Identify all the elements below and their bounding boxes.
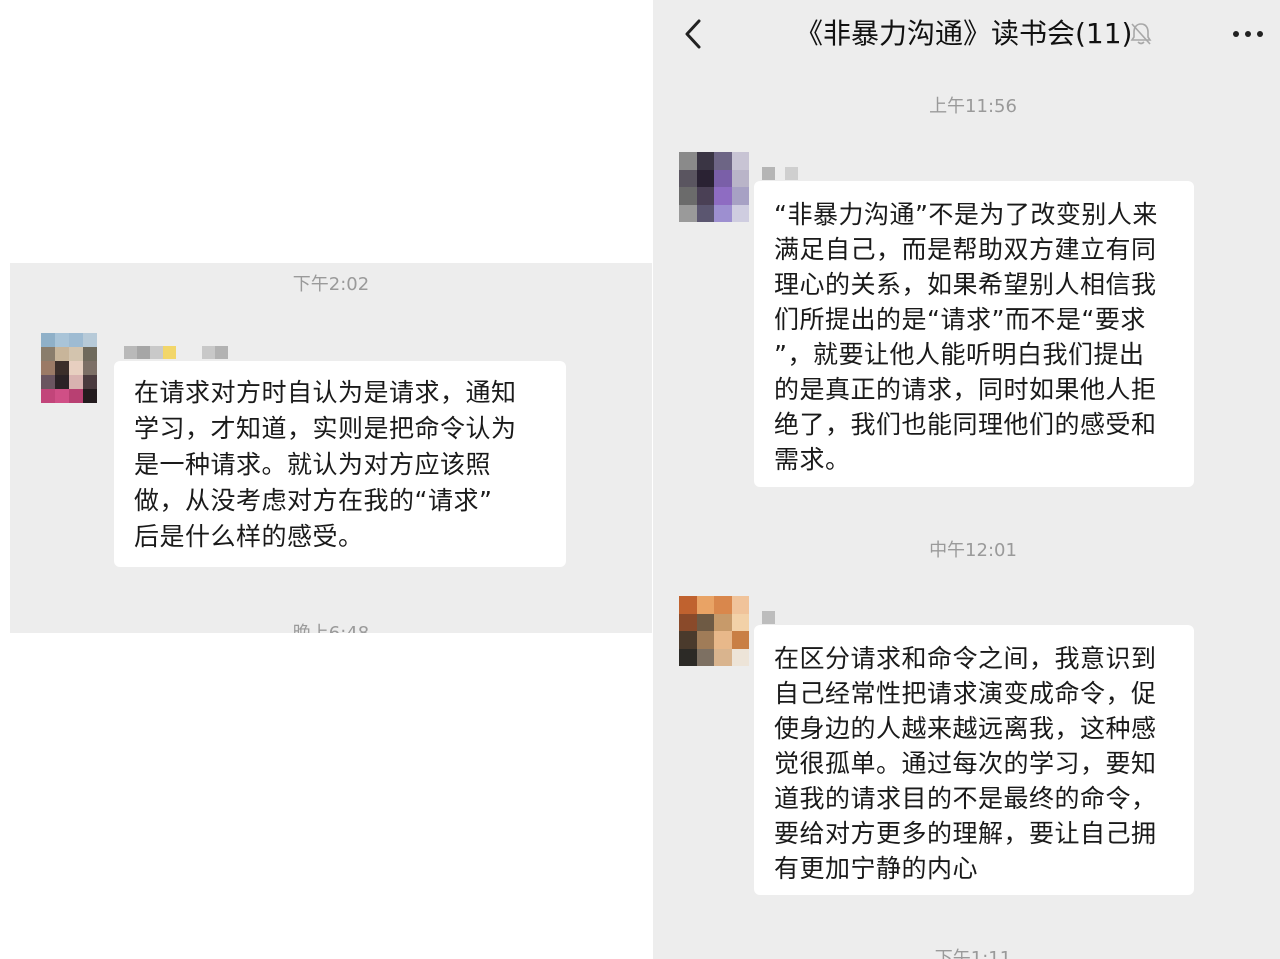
message-line: ”，就要让他人能听明白我们提出 xyxy=(774,340,1145,369)
avatar[interactable] xyxy=(679,596,749,666)
avatar[interactable] xyxy=(679,152,749,222)
message-bubble[interactable]: 在请求对方时自认为是请求，通知 学习，才知道，实则是把命令认为 是一种请求。就认… xyxy=(114,361,566,567)
message-line: 理心的关系，如果希望别人相信我 xyxy=(774,270,1157,299)
chevron-left-icon xyxy=(685,19,701,49)
sender-name-blurred xyxy=(762,167,798,180)
sender-name-blurred xyxy=(124,346,228,359)
message-line: 道我的请求目的不是最终的命令， xyxy=(774,784,1157,813)
timestamp: 下午1:11 xyxy=(934,948,1012,959)
timestamp: 中午12:01 xyxy=(929,540,1017,561)
message-line: 要给对方更多的理解，要让自己拥 xyxy=(774,819,1157,848)
message-line: 学习，才知道，实则是把命令认为 xyxy=(134,414,517,443)
message-line: 觉很孤单。通过每次的学习，要知 xyxy=(774,749,1157,778)
bell-off-icon xyxy=(1130,23,1152,45)
message-line: 做，从没考虑对方在我的“请求” xyxy=(134,486,493,515)
message-line: “非暴力沟通”不是为了改变别人来 xyxy=(774,200,1158,229)
left-chat-fragment: 下午2:02 在请求对方时自认为是请求，通知 学习，才知道，实则是把命令认为 是… xyxy=(10,263,652,633)
message-line: 需求。 xyxy=(774,445,851,474)
avatar[interactable] xyxy=(41,333,97,403)
timestamp: 下午2:02 xyxy=(292,274,370,295)
message-bubble[interactable]: “非暴力沟通”不是为了改变别人来 满足自己，而是帮助双方建立有同 理心的关系，如… xyxy=(754,181,1194,487)
message-line: 后是什么样的感受。 xyxy=(134,522,364,551)
message-line: 绝了，我们也能同理他们的感受和 xyxy=(774,410,1157,439)
message-line: 们所提出的是“请求”而不是“要求 xyxy=(774,305,1146,334)
message-line: 是一种请求。就认为对方应该照 xyxy=(134,450,492,479)
more-options-button[interactable] xyxy=(1228,22,1268,46)
timestamp: 晚上6:48 xyxy=(10,619,652,633)
sender-name-blurred xyxy=(762,611,775,624)
message-line: 的是真正的请求，同时如果他人拒 xyxy=(774,375,1157,404)
chat-title: 《非暴力沟通》读书会(11) xyxy=(795,17,1133,50)
timestamp: 上午11:56 xyxy=(929,96,1017,117)
message-line: 有更加宁静的内心 xyxy=(774,854,979,883)
back-button[interactable] xyxy=(673,14,713,54)
message-bubble[interactable]: 在区分请求和命令之间，我意识到 自己经常性把请求演变成命令，促 使身边的人越来越… xyxy=(754,625,1194,895)
message-line: 自己经常性把请求演变成命令，促 xyxy=(774,679,1157,708)
chat-window: 《非暴力沟通》读书会(11) 上午11:56 “非暴力沟通”不是为了改变别人来 … xyxy=(653,0,1280,959)
composite-screenshot: 下午2:02 在请求对方时自认为是请求，通知 学习，才知道，实则是把命令认为 是… xyxy=(0,0,1280,959)
message-line: 使身边的人越来越远离我，这种感 xyxy=(774,714,1157,743)
message-line: 在请求对方时自认为是请求，通知 xyxy=(134,378,517,407)
ellipsis-icon xyxy=(1233,31,1263,37)
chat-header: 《非暴力沟通》读书会(11) xyxy=(653,0,1280,72)
message-line: 满足自己，而是帮助双方建立有同 xyxy=(774,235,1157,264)
message-line: 在区分请求和命令之间，我意识到 xyxy=(774,644,1157,673)
